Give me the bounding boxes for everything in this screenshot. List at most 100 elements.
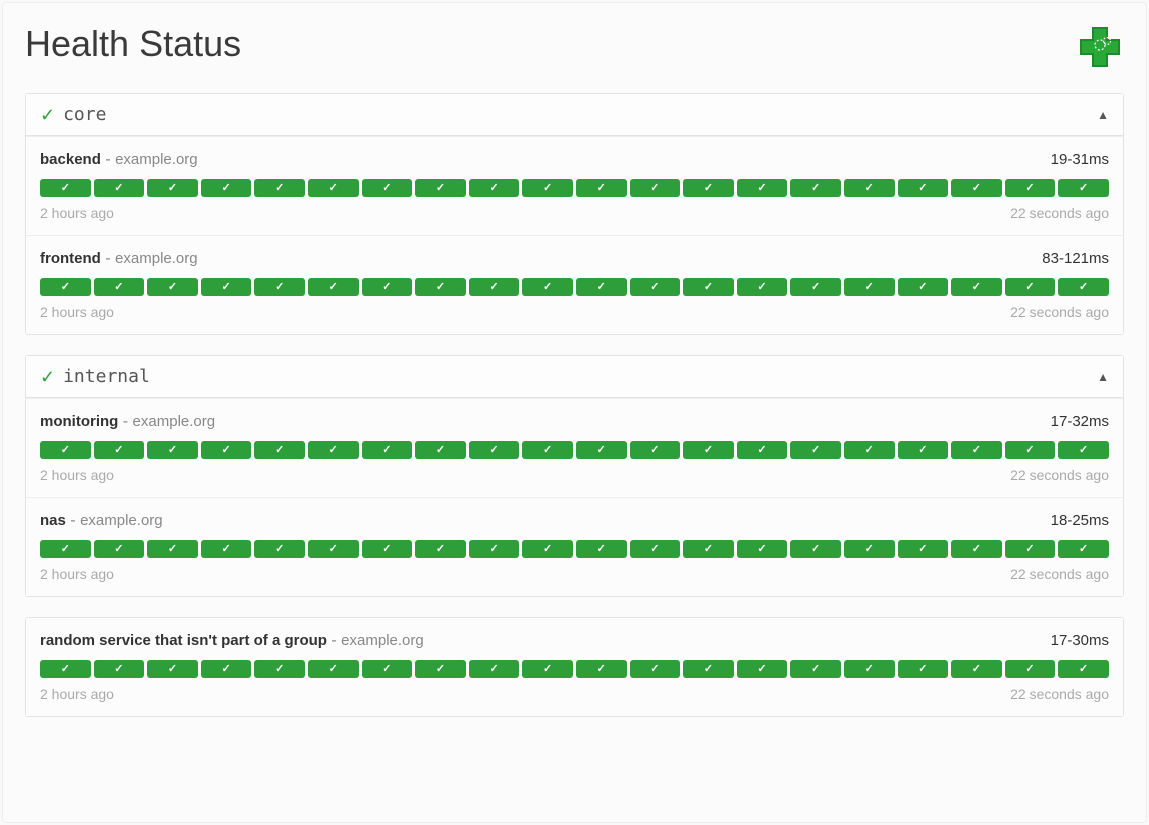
status-bar[interactable]: [737, 540, 788, 558]
status-bar[interactable]: [790, 441, 841, 459]
status-bar[interactable]: [40, 179, 91, 197]
status-bar[interactable]: [147, 441, 198, 459]
status-bar[interactable]: [1058, 441, 1109, 459]
status-bar[interactable]: [1005, 660, 1056, 678]
status-bar[interactable]: [898, 278, 949, 296]
status-bars[interactable]: [40, 278, 1109, 296]
status-bar[interactable]: [737, 179, 788, 197]
status-bar[interactable]: [469, 540, 520, 558]
status-bars[interactable]: [40, 540, 1109, 558]
status-bars[interactable]: [40, 179, 1109, 197]
status-bar[interactable]: [362, 441, 413, 459]
chevron-up-icon[interactable]: ▲: [1097, 370, 1109, 384]
status-bar[interactable]: [308, 441, 359, 459]
status-bars[interactable]: [40, 441, 1109, 459]
status-bar[interactable]: [1005, 441, 1056, 459]
status-bar[interactable]: [683, 278, 734, 296]
status-bar[interactable]: [683, 441, 734, 459]
status-bar[interactable]: [683, 179, 734, 197]
status-bar[interactable]: [147, 540, 198, 558]
status-bar[interactable]: [576, 660, 627, 678]
status-bar[interactable]: [415, 179, 466, 197]
status-bar[interactable]: [683, 660, 734, 678]
status-bar[interactable]: [469, 441, 520, 459]
status-bar[interactable]: [737, 278, 788, 296]
status-bar[interactable]: [362, 540, 413, 558]
status-bars[interactable]: [40, 660, 1109, 678]
status-bar[interactable]: [576, 278, 627, 296]
status-bar[interactable]: [737, 660, 788, 678]
status-bar[interactable]: [469, 660, 520, 678]
status-bar[interactable]: [522, 660, 573, 678]
status-bar[interactable]: [469, 278, 520, 296]
status-bar[interactable]: [254, 179, 305, 197]
status-bar[interactable]: [254, 441, 305, 459]
status-bar[interactable]: [898, 660, 949, 678]
status-bar[interactable]: [522, 540, 573, 558]
status-bar[interactable]: [362, 179, 413, 197]
status-bar[interactable]: [40, 660, 91, 678]
status-bar[interactable]: [415, 441, 466, 459]
status-bar[interactable]: [951, 179, 1002, 197]
status-bar[interactable]: [1058, 278, 1109, 296]
status-bar[interactable]: [951, 660, 1002, 678]
status-bar[interactable]: [951, 540, 1002, 558]
status-bar[interactable]: [308, 660, 359, 678]
status-bar[interactable]: [40, 278, 91, 296]
status-bar[interactable]: [630, 660, 681, 678]
status-bar[interactable]: [576, 441, 627, 459]
status-bar[interactable]: [147, 278, 198, 296]
status-bar[interactable]: [630, 278, 681, 296]
status-bar[interactable]: [94, 441, 145, 459]
status-bar[interactable]: [201, 660, 252, 678]
status-bar[interactable]: [576, 540, 627, 558]
status-bar[interactable]: [1058, 660, 1109, 678]
status-bar[interactable]: [522, 441, 573, 459]
status-bar[interactable]: [898, 179, 949, 197]
status-bar[interactable]: [790, 179, 841, 197]
status-bar[interactable]: [308, 540, 359, 558]
status-bar[interactable]: [898, 540, 949, 558]
status-bar[interactable]: [362, 660, 413, 678]
status-bar[interactable]: [40, 540, 91, 558]
status-bar[interactable]: [94, 278, 145, 296]
status-bar[interactable]: [790, 660, 841, 678]
status-bar[interactable]: [790, 540, 841, 558]
status-bar[interactable]: [790, 278, 841, 296]
status-bar[interactable]: [1058, 540, 1109, 558]
status-bar[interactable]: [844, 278, 895, 296]
status-bar[interactable]: [844, 660, 895, 678]
status-bar[interactable]: [683, 540, 734, 558]
status-bar[interactable]: [201, 278, 252, 296]
status-bar[interactable]: [94, 179, 145, 197]
status-bar[interactable]: [147, 660, 198, 678]
status-bar[interactable]: [1005, 540, 1056, 558]
status-bar[interactable]: [576, 179, 627, 197]
chevron-up-icon[interactable]: ▲: [1097, 108, 1109, 122]
status-bar[interactable]: [201, 540, 252, 558]
status-bar[interactable]: [522, 278, 573, 296]
status-bar[interactable]: [415, 540, 466, 558]
status-bar[interactable]: [254, 660, 305, 678]
status-bar[interactable]: [1005, 278, 1056, 296]
status-bar[interactable]: [630, 540, 681, 558]
status-bar[interactable]: [844, 441, 895, 459]
status-bar[interactable]: [951, 278, 1002, 296]
status-bar[interactable]: [362, 278, 413, 296]
status-bar[interactable]: [844, 540, 895, 558]
status-bar[interactable]: [469, 179, 520, 197]
status-bar[interactable]: [1005, 179, 1056, 197]
status-bar[interactable]: [94, 660, 145, 678]
group-header[interactable]: ✓core▲: [26, 94, 1123, 136]
status-bar[interactable]: [201, 179, 252, 197]
status-bar[interactable]: [308, 179, 359, 197]
status-bar[interactable]: [844, 179, 895, 197]
status-bar[interactable]: [40, 441, 91, 459]
status-bar[interactable]: [522, 179, 573, 197]
status-bar[interactable]: [308, 278, 359, 296]
status-bar[interactable]: [898, 441, 949, 459]
status-bar[interactable]: [630, 179, 681, 197]
group-header[interactable]: ✓internal▲: [26, 356, 1123, 398]
status-bar[interactable]: [1058, 179, 1109, 197]
status-bar[interactable]: [94, 540, 145, 558]
